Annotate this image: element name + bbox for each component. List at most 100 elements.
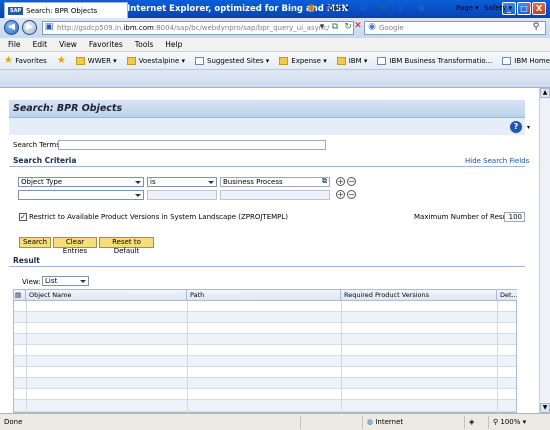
view-select[interactable]: List	[42, 276, 89, 286]
col-required-product-versions[interactable]: Required Product Versions	[341, 290, 497, 301]
restrict-checkbox[interactable]: ✓	[19, 213, 27, 221]
value-help-icon[interactable]: ⧉	[322, 177, 327, 186]
table-row[interactable]	[14, 323, 516, 334]
search-go-icon[interactable]: ⚲	[530, 22, 542, 34]
research-icon[interactable]: ▤	[360, 4, 367, 12]
safety-menu[interactable]: Safety ▾	[484, 4, 512, 12]
favorites-add-button[interactable]: ★	[57, 55, 66, 66]
search-button[interactable]: Search	[19, 237, 51, 248]
restrict-label: Restrict to Available Product Versions i…	[29, 213, 289, 221]
page-header-band	[9, 118, 525, 135]
table-row[interactable]	[14, 400, 516, 412]
criteria-operator-select[interactable]: is	[147, 177, 217, 187]
forward-button[interactable]: ▶	[22, 20, 37, 35]
fav-item-suggested-sites[interactable]: Suggested Sites ▾	[195, 56, 269, 65]
table-row[interactable]	[14, 356, 516, 367]
address-toolbar: ◀ ▶ http://gsdcp509.in. ibm.com:8004/sap/…	[0, 18, 550, 38]
criteria-value-input[interactable]: Business Process	[220, 177, 330, 187]
fav-item-ibm-home[interactable]: IBM Home Page	[502, 56, 550, 65]
table-row[interactable]	[14, 378, 516, 389]
hide-search-fields-link[interactable]: Hide Search Fields	[465, 157, 529, 165]
favorites-bar: ★ Favorites ★ WWER ▾ Voestalpine ▾ Sugge…	[0, 52, 550, 70]
vertical-scrollbar[interactable]: ▲ ▼	[539, 88, 550, 413]
select-all-icon[interactable]: ▤	[14, 290, 26, 301]
scroll-down-icon[interactable]: ▼	[540, 403, 550, 413]
table-row[interactable]	[14, 345, 516, 356]
menu-favorites[interactable]: Favorites	[89, 40, 123, 49]
add-criteria-icon[interactable]: +	[336, 177, 345, 186]
back-button[interactable]: ◀	[4, 20, 19, 35]
fav-item-ibm-business[interactable]: IBM Business Transformatio...	[377, 56, 492, 65]
star-icon: ★	[4, 55, 13, 66]
menu-tools[interactable]: Tools	[135, 40, 153, 49]
criteria-field-select[interactable]: Object Type	[18, 177, 144, 187]
menu-view[interactable]: View	[59, 40, 77, 49]
stop-icon[interactable]: ✕	[352, 21, 364, 33]
folder-icon	[336, 56, 346, 65]
page-icon: ▣	[44, 22, 54, 32]
col-path[interactable]: Path	[187, 290, 341, 301]
favorites-button[interactable]: ★ Favorites	[4, 55, 47, 66]
search-criteria-title: Search Criteria	[13, 156, 77, 165]
page-icon	[502, 56, 512, 65]
col-details[interactable]: Det...	[497, 290, 517, 301]
clear-entries-button[interactable]: Clear Entries	[53, 237, 97, 255]
folder-icon	[279, 56, 289, 65]
dropdown-arrow-icon[interactable]: ▾	[316, 22, 328, 34]
table-row[interactable]	[14, 389, 516, 400]
table-row[interactable]	[14, 334, 516, 345]
search-input[interactable]: Google	[364, 21, 546, 35]
fav-item-wwer[interactable]: WWER ▾	[75, 56, 117, 65]
page-menu[interactable]: Page ▾	[456, 4, 479, 12]
menu-help[interactable]: Help	[165, 40, 182, 49]
result-title: Result	[13, 256, 40, 265]
page-icon	[377, 56, 387, 65]
col-object-name[interactable]: Object Name	[26, 290, 187, 301]
page-icon	[195, 56, 205, 65]
menu-file[interactable]: File	[8, 40, 21, 49]
column-divider	[341, 301, 342, 414]
status-segment	[300, 416, 362, 429]
table-row[interactable]	[14, 367, 516, 378]
folder-icon	[126, 56, 136, 65]
zone-segment[interactable]: ◍ Internet	[362, 416, 464, 429]
remove-criteria-icon[interactable]: −	[347, 177, 356, 186]
fav-item-ibm[interactable]: IBM ▾	[336, 56, 367, 65]
criteria-divider	[9, 166, 525, 167]
protected-mode-segment[interactable]: ◈	[464, 416, 488, 429]
tab-search-bpr[interactable]: SAP Search: BPR Objects	[4, 2, 128, 18]
reset-default-button[interactable]: Reset to Default	[99, 237, 154, 255]
status-bar: Done ◍ Internet ◈ ⚲ 100% ▾	[0, 413, 550, 430]
help-dropdown-icon[interactable]: ▾	[527, 124, 530, 131]
feeds-icon[interactable]: ◙	[308, 4, 315, 12]
menu-bar: File Edit View Favorites Tools Help	[0, 38, 550, 52]
zoom-segment[interactable]: ⚲ 100% ▾	[488, 416, 550, 429]
address-input[interactable]: http://gsdcp509.in. ibm.com:8004/sap/bc/w…	[42, 21, 354, 35]
page-title: Search: BPR Objects	[9, 100, 525, 118]
fav-item-expense[interactable]: Expense ▾	[279, 56, 327, 65]
ie-feature-icon[interactable]: ▦	[418, 4, 425, 12]
menu-edit[interactable]: Edit	[33, 40, 48, 49]
criteria2-operator-input	[147, 190, 217, 200]
fav-item-voestalpine[interactable]: Voestalpine ▾	[126, 56, 185, 65]
max-results-input[interactable]: 100	[504, 212, 525, 222]
compatibility-view-icon[interactable]: ⧉	[329, 22, 341, 34]
criteria2-field-select[interactable]	[18, 190, 144, 200]
remove-criteria2-icon[interactable]: −	[347, 190, 356, 199]
table-row[interactable]	[14, 301, 516, 312]
view-label: View:	[22, 278, 41, 286]
criteria2-value-input	[220, 190, 330, 200]
tools-menu[interactable]: Tools ▾	[326, 4, 349, 12]
page-help-icon[interactable]: ?	[510, 121, 522, 133]
search-terms-input[interactable]	[58, 140, 326, 150]
help-icon[interactable]: ❓	[524, 4, 533, 12]
home-icon[interactable]: ⌂	[290, 4, 294, 12]
scroll-up-icon[interactable]: ▲	[540, 88, 550, 98]
tab-row	[0, 70, 550, 88]
table-row[interactable]	[14, 312, 516, 323]
add-criteria2-icon[interactable]: +	[336, 190, 345, 199]
read-mail-icon[interactable]: ✉	[380, 4, 386, 12]
print-icon[interactable]: ⎙	[398, 4, 404, 13]
close-button[interactable]: X	[532, 2, 546, 15]
search-terms-label: Search Terms:	[13, 141, 63, 149]
